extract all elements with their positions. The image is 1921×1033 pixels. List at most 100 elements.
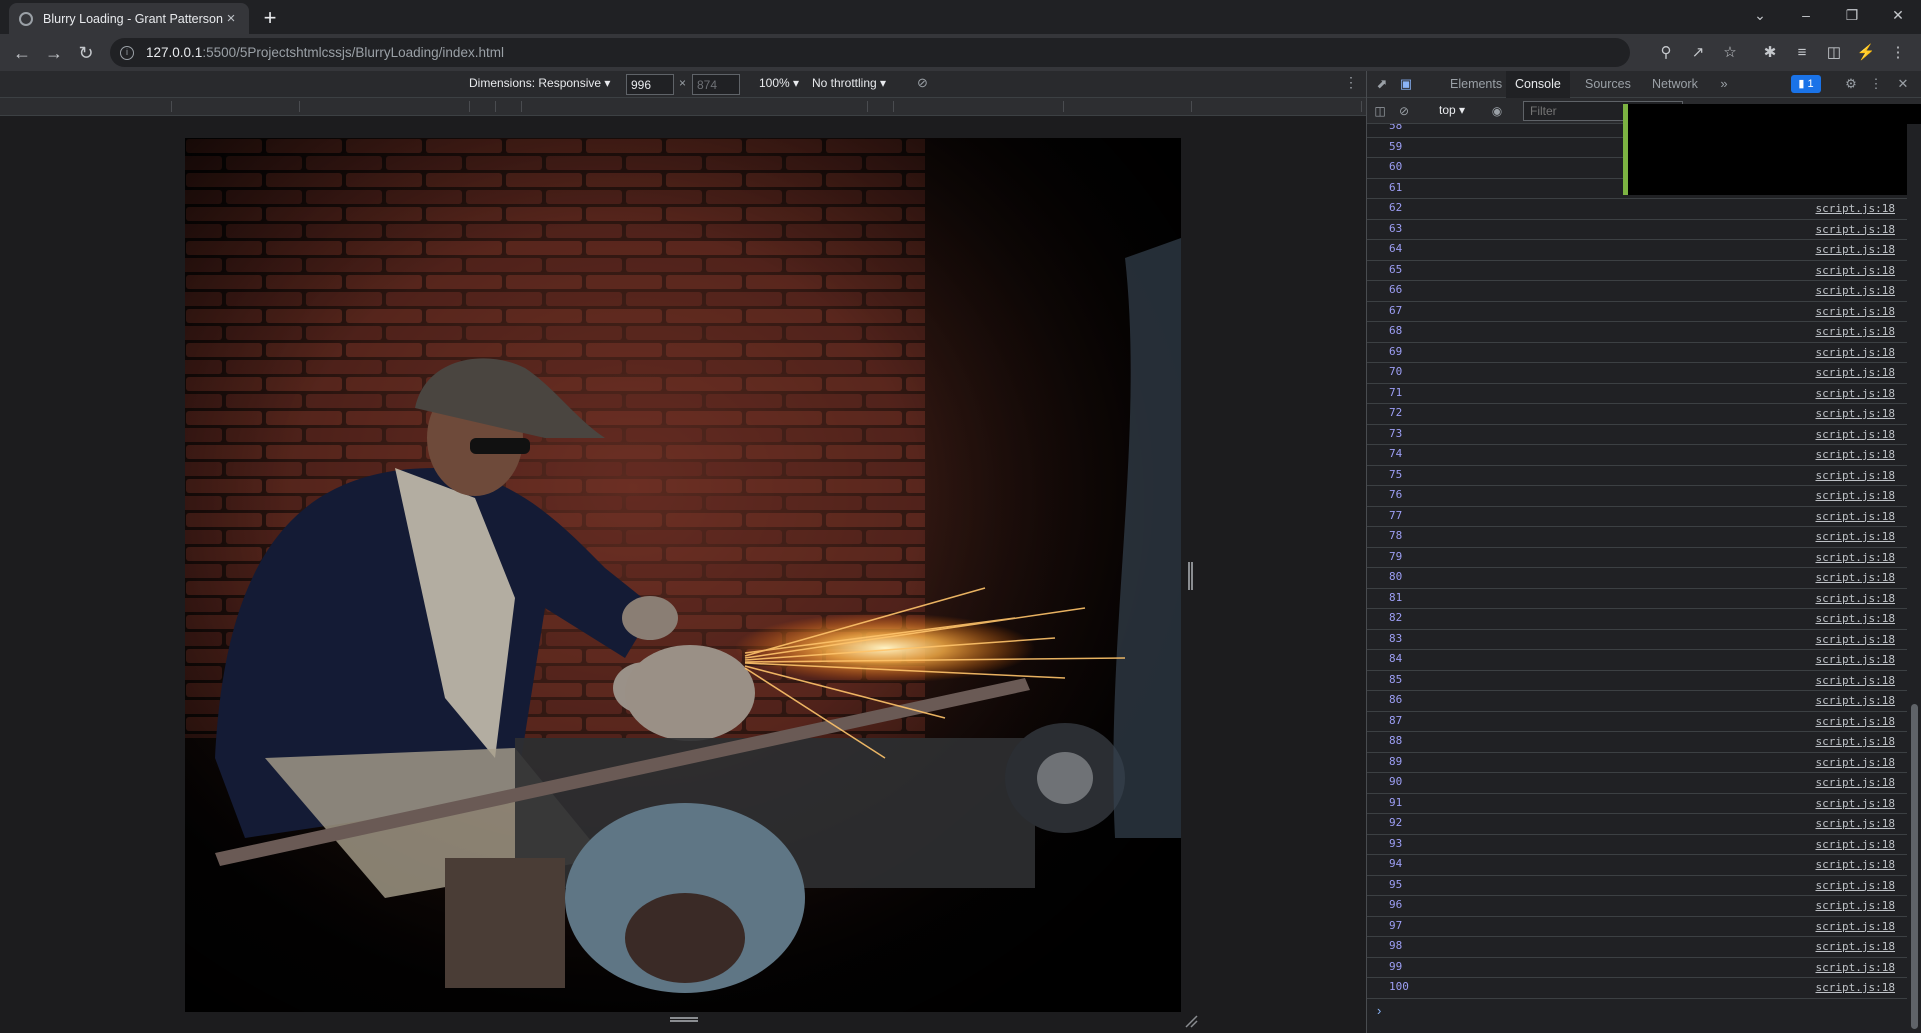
- source-link[interactable]: script.js:18: [1816, 202, 1895, 215]
- media-query-segment[interactable]: [870, 101, 894, 112]
- source-link[interactable]: script.js:18: [1816, 305, 1895, 318]
- close-tab-icon[interactable]: ×: [223, 10, 239, 27]
- media-query-segment[interactable]: [4, 101, 172, 112]
- device-toggle-icon[interactable]: ▣: [1397, 75, 1415, 93]
- info-icon[interactable]: i: [120, 45, 134, 60]
- devtools-menu-icon[interactable]: ⋮: [1867, 75, 1885, 93]
- source-link[interactable]: script.js:18: [1816, 243, 1895, 256]
- source-link[interactable]: script.js:18: [1816, 387, 1895, 400]
- minimize-icon[interactable]: –: [1783, 0, 1829, 30]
- new-tab-button[interactable]: +: [256, 5, 284, 33]
- source-link[interactable]: script.js:18: [1816, 448, 1895, 461]
- source-link[interactable]: script.js:18: [1816, 797, 1895, 810]
- console-message: 83 script.js:18: [1367, 630, 1907, 650]
- media-query-bar[interactable]: [0, 98, 1366, 116]
- source-link[interactable]: script.js:18: [1816, 838, 1895, 851]
- address-bar[interactable]: i 127.0.0.1:5500/5Projectshtmlcssjs/Blur…: [110, 38, 1630, 67]
- star-icon[interactable]: ☆: [1720, 43, 1740, 63]
- sidebar-toggle-icon[interactable]: ◫: [1371, 102, 1389, 120]
- source-link[interactable]: script.js:18: [1816, 551, 1895, 564]
- source-link[interactable]: script.js:18: [1816, 325, 1895, 338]
- console-scrollbar[interactable]: [1907, 124, 1921, 1033]
- share-icon[interactable]: ↗: [1688, 43, 1708, 63]
- source-link[interactable]: script.js:18: [1816, 469, 1895, 482]
- forward-arrow-icon[interactable]: →: [41, 40, 67, 66]
- context-selector[interactable]: top ▾: [1439, 103, 1465, 117]
- source-link[interactable]: script.js:18: [1816, 366, 1895, 379]
- url-text: 127.0.0.1:5500/5Projectshtmlcssjs/Blurry…: [146, 45, 504, 60]
- close-devtools-icon[interactable]: ✕: [1894, 75, 1912, 93]
- width-input[interactable]: [626, 74, 674, 95]
- source-link[interactable]: script.js:18: [1816, 715, 1895, 728]
- source-link[interactable]: script.js:18: [1816, 633, 1895, 646]
- resize-handle-bottom[interactable]: [670, 1017, 698, 1022]
- source-link[interactable]: script.js:18: [1816, 879, 1895, 892]
- media-query-segment[interactable]: [1066, 101, 1192, 112]
- more-tabs-icon[interactable]: »: [1715, 75, 1733, 93]
- source-link[interactable]: script.js:18: [1816, 346, 1895, 359]
- tab-network[interactable]: Network: [1643, 71, 1707, 98]
- source-link[interactable]: script.js:18: [1816, 776, 1895, 789]
- dimensions-dropdown[interactable]: Dimensions: Responsive ▾: [469, 76, 610, 90]
- menu-icon[interactable]: ⋮: [1888, 43, 1908, 63]
- back-arrow-icon[interactable]: ←: [9, 40, 35, 66]
- reading-list-icon[interactable]: ≡: [1792, 43, 1812, 63]
- tab-console[interactable]: Console: [1506, 71, 1570, 98]
- clear-console-icon[interactable]: ⊘: [1395, 102, 1413, 120]
- console-prompt[interactable]: ›: [1377, 1003, 1381, 1018]
- source-link[interactable]: script.js:18: [1816, 756, 1895, 769]
- height-input[interactable]: [692, 74, 740, 95]
- browser-tab[interactable]: Blurry Loading - Grant Patterson ×: [9, 3, 249, 34]
- source-link[interactable]: script.js:18: [1816, 407, 1895, 420]
- source-link[interactable]: script.js:18: [1816, 858, 1895, 871]
- media-query-segment[interactable]: [472, 101, 496, 112]
- source-link[interactable]: script.js:18: [1816, 961, 1895, 974]
- source-link[interactable]: script.js:18: [1816, 674, 1895, 687]
- source-link[interactable]: script.js:18: [1816, 530, 1895, 543]
- side-panel-icon[interactable]: ◫: [1824, 43, 1844, 63]
- media-query-segment[interactable]: [498, 101, 522, 112]
- extensions-icon[interactable]: ✱: [1760, 43, 1780, 63]
- resize-corner-icon[interactable]: [1184, 1014, 1198, 1028]
- media-query-segment[interactable]: [174, 101, 300, 112]
- source-link[interactable]: script.js:18: [1816, 223, 1895, 236]
- source-link[interactable]: script.js:18: [1816, 735, 1895, 748]
- source-link[interactable]: script.js:18: [1816, 940, 1895, 953]
- rotate-icon[interactable]: ⊘: [917, 75, 928, 91]
- source-link[interactable]: script.js:18: [1816, 694, 1895, 707]
- media-query-segment[interactable]: [302, 101, 470, 112]
- inspect-icon[interactable]: ⬈: [1373, 75, 1391, 93]
- scrollbar-thumb[interactable]: [1911, 704, 1918, 1029]
- source-link[interactable]: script.js:18: [1816, 264, 1895, 277]
- source-link[interactable]: script.js:18: [1816, 653, 1895, 666]
- source-link[interactable]: script.js:18: [1816, 817, 1895, 830]
- profile-icon[interactable]: ⚡: [1856, 43, 1876, 63]
- media-query-segment[interactable]: [524, 101, 868, 112]
- source-link[interactable]: script.js:18: [1816, 510, 1895, 523]
- source-link[interactable]: script.js:18: [1816, 592, 1895, 605]
- media-query-segment[interactable]: [896, 101, 1064, 112]
- source-link[interactable]: script.js:18: [1816, 428, 1895, 441]
- close-window-icon[interactable]: ✕: [1875, 0, 1921, 30]
- tab-sources[interactable]: Sources: [1576, 71, 1640, 98]
- throttling-dropdown[interactable]: No throttling ▾: [812, 76, 886, 90]
- settings-gear-icon[interactable]: ⚙: [1842, 75, 1860, 93]
- source-link[interactable]: script.js:18: [1816, 981, 1895, 994]
- zoom-icon[interactable]: ⚲: [1656, 43, 1676, 63]
- issues-badge[interactable]: ▮ 1: [1791, 75, 1821, 93]
- media-query-segment[interactable]: [1194, 101, 1362, 112]
- source-link[interactable]: script.js:18: [1816, 571, 1895, 584]
- source-link[interactable]: script.js:18: [1816, 899, 1895, 912]
- source-link[interactable]: script.js:18: [1816, 489, 1895, 502]
- tab-search-icon[interactable]: ⌄: [1737, 0, 1783, 30]
- source-link[interactable]: script.js:18: [1816, 920, 1895, 933]
- zoom-dropdown[interactable]: 100% ▾: [759, 76, 799, 90]
- source-link[interactable]: script.js:18: [1816, 612, 1895, 625]
- resize-handle-right[interactable]: [1188, 562, 1193, 590]
- live-expression-eye-icon[interactable]: ◉: [1488, 102, 1506, 120]
- source-link[interactable]: script.js:18: [1816, 284, 1895, 297]
- more-options-icon[interactable]: ⋮: [1344, 74, 1358, 91]
- restore-icon[interactable]: ❐: [1829, 0, 1875, 30]
- tab-elements[interactable]: Elements: [1441, 71, 1511, 98]
- reload-icon[interactable]: ↻: [73, 40, 99, 66]
